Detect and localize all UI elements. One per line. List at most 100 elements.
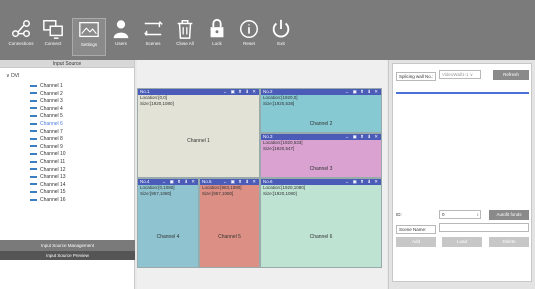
- channel-label: Channel 11: [40, 159, 66, 165]
- close-all-button[interactable]: Close All: [168, 18, 202, 56]
- input-source-management-tab[interactable]: Input Source Management: [0, 240, 135, 251]
- channel-item[interactable]: Channel 5: [30, 113, 63, 120]
- channel-item[interactable]: Channel 1: [30, 83, 63, 90]
- settings-button[interactable]: Settings: [72, 18, 106, 56]
- window-2[interactable]: No.2 ← ▣ ⬆ ⬇ ✕ Location:[1920,0] Size:[19…: [260, 88, 382, 133]
- reset-icon: [240, 20, 258, 38]
- scene-name-input[interactable]: [439, 223, 529, 232]
- window-5[interactable]: No.5 ← ▣ ⬆ ⬇ ✕ Location:[963,1080] Size:[…: [199, 178, 260, 268]
- lock-button[interactable]: Lock: [200, 18, 234, 56]
- channel-label: Channel 7: [40, 128, 63, 135]
- window-number: No.5: [202, 179, 212, 184]
- scenes-icon: [144, 21, 163, 36]
- channel-label: Channel 5: [40, 113, 63, 120]
- users-button[interactable]: Users: [104, 18, 138, 56]
- channel-label: Channel 15: [40, 189, 66, 196]
- scenes-label: Scenes: [145, 41, 161, 46]
- channel-label: Channel 3: [40, 98, 63, 105]
- scene-list-selection: [396, 92, 529, 94]
- channel-item[interactable]: Channel 15: [30, 189, 66, 196]
- connections-button[interactable]: Connections: [4, 18, 38, 56]
- channel-icon: [30, 198, 37, 201]
- delete-button[interactable]: Delete: [489, 237, 529, 247]
- connect-button[interactable]: Connect: [36, 18, 70, 56]
- spinner-icon[interactable]: ↕: [477, 211, 479, 218]
- id-label: ID:: [396, 212, 402, 217]
- tree-root-dvi[interactable]: ∨ DVI: [6, 73, 19, 79]
- users-icon: [113, 20, 129, 39]
- exit-button[interactable]: Exit: [264, 18, 298, 56]
- window-size: Size:[1920,538]: [263, 101, 295, 106]
- window-size: Size:[1920,1080]: [263, 191, 297, 196]
- window-controls[interactable]: ← ▣ ⬆ ⬇ ✕: [223, 89, 257, 95]
- splicing-wall-select[interactable]: VideoWall1-1 ∨: [439, 70, 481, 79]
- window-number: No.3: [263, 134, 273, 139]
- connections-label: Connections: [8, 41, 34, 46]
- channel-item[interactable]: Channel 3: [30, 98, 63, 105]
- window-controls[interactable]: ← ▣ ⬆ ⬇ ✕: [345, 134, 379, 140]
- scene-panel: Splicing wall No.: VideoWall1-1 ∨ Refres…: [388, 60, 535, 289]
- lock-icon: [210, 18, 224, 38]
- id-input[interactable]: 0 ↕: [439, 210, 481, 219]
- channel-label: Channel 4: [40, 105, 63, 112]
- channel-item[interactable]: Channel 6: [30, 121, 63, 128]
- add-button[interactable]: Add: [396, 237, 436, 247]
- chevron-down-icon[interactable]: ∨: [6, 73, 10, 79]
- window-channel: Channel 2: [309, 121, 333, 127]
- autofit-button[interactable]: Autofit fonds: [489, 210, 529, 220]
- window-3[interactable]: No.3 ← ▣ ⬆ ⬇ ✕ Location:[1920,533] Size:[…: [260, 133, 382, 178]
- channel-item[interactable]: Channel 12: [30, 167, 66, 174]
- window-1[interactable]: No.1 ← ▣ ⬆ ⬇ ✕ Location:[0,0] Size:[1920,…: [137, 88, 260, 178]
- window-6[interactable]: No.6 ← ▣ ⬆ ⬇ ✕ Location:[1920,1080] Size:…: [260, 178, 382, 268]
- channel-item[interactable]: Channel 7: [30, 129, 63, 136]
- scenes-button[interactable]: Scenes: [136, 18, 170, 56]
- channel-icon: [30, 84, 37, 87]
- channel-item[interactable]: Channel 4: [30, 106, 63, 113]
- window-controls[interactable]: ← ▣ ⬆ ⬇ ✕: [345, 179, 379, 185]
- channel-icon: [30, 107, 37, 110]
- channel-icon: [30, 130, 37, 133]
- input-source-preview-tab[interactable]: Input Source Preview: [0, 251, 135, 260]
- channel-icon: [30, 191, 37, 194]
- channel-icon: [30, 160, 37, 163]
- exit-label: Exit: [277, 41, 285, 46]
- channel-label: Channel 2: [40, 90, 63, 97]
- channel-item[interactable]: Channel 16: [30, 197, 66, 204]
- channel-label: Channel 6: [40, 121, 63, 127]
- channel-label: Channel 14: [40, 181, 66, 188]
- refresh-button[interactable]: Refresh: [493, 70, 529, 80]
- scene-name-label: Scene Name:: [396, 225, 436, 234]
- channel-icon: [30, 115, 37, 118]
- close-all-label: Close All: [176, 41, 194, 46]
- window-controls[interactable]: ← ▣ ⬆ ⬇ ✕: [223, 179, 257, 185]
- reset-button[interactable]: Reset: [232, 18, 266, 56]
- channel-icon: [30, 99, 37, 102]
- window-number: No.2: [263, 89, 273, 94]
- reset-label: Reset: [243, 41, 255, 46]
- video-wall-canvas[interactable]: No.1 ← ▣ ⬆ ⬇ ✕ Location:[0,0] Size:[1920,…: [137, 60, 387, 289]
- tree-root-label: DVI: [11, 73, 20, 79]
- channel-label: Channel 13: [40, 174, 66, 181]
- id-value: 0: [442, 212, 445, 217]
- channel-item[interactable]: Channel 13: [30, 174, 66, 181]
- window-4[interactable]: No.4 ← ▣ ⬆ ⬇ ✕ Location:[0,1080] Size:[95…: [137, 178, 199, 268]
- window-controls[interactable]: ← ▣ ⬆ ⬇ ✕: [162, 179, 196, 185]
- lock-label: Lock: [212, 41, 222, 46]
- splicing-wall-label: Splicing wall No.:: [396, 72, 437, 81]
- channel-item[interactable]: Channel 10: [30, 151, 66, 158]
- channel-item[interactable]: Channel 11: [30, 159, 65, 166]
- window-controls[interactable]: ← ▣ ⬆ ⬇ ✕: [345, 89, 379, 95]
- window-size: Size:[1920,547]: [263, 146, 295, 151]
- channel-item[interactable]: Channel 14: [30, 182, 66, 189]
- channel-item[interactable]: Channel 2: [30, 91, 63, 98]
- load-button[interactable]: Load: [442, 237, 482, 247]
- users-label: Users: [115, 41, 127, 46]
- channel-label: Channel 9: [40, 143, 63, 150]
- channel-item[interactable]: Channel 9: [30, 144, 63, 151]
- window-channel: Channel 1: [187, 138, 210, 144]
- window-channel: Channel 3: [309, 166, 333, 172]
- scene-panel-body: Splicing wall No.: VideoWall1-1 ∨ Refres…: [392, 63, 532, 282]
- input-source-title: Input Source: [0, 60, 134, 68]
- toolbar: Connections Connect Settings Users Scene…: [0, 0, 535, 60]
- channel-item[interactable]: Channel 8: [30, 136, 63, 143]
